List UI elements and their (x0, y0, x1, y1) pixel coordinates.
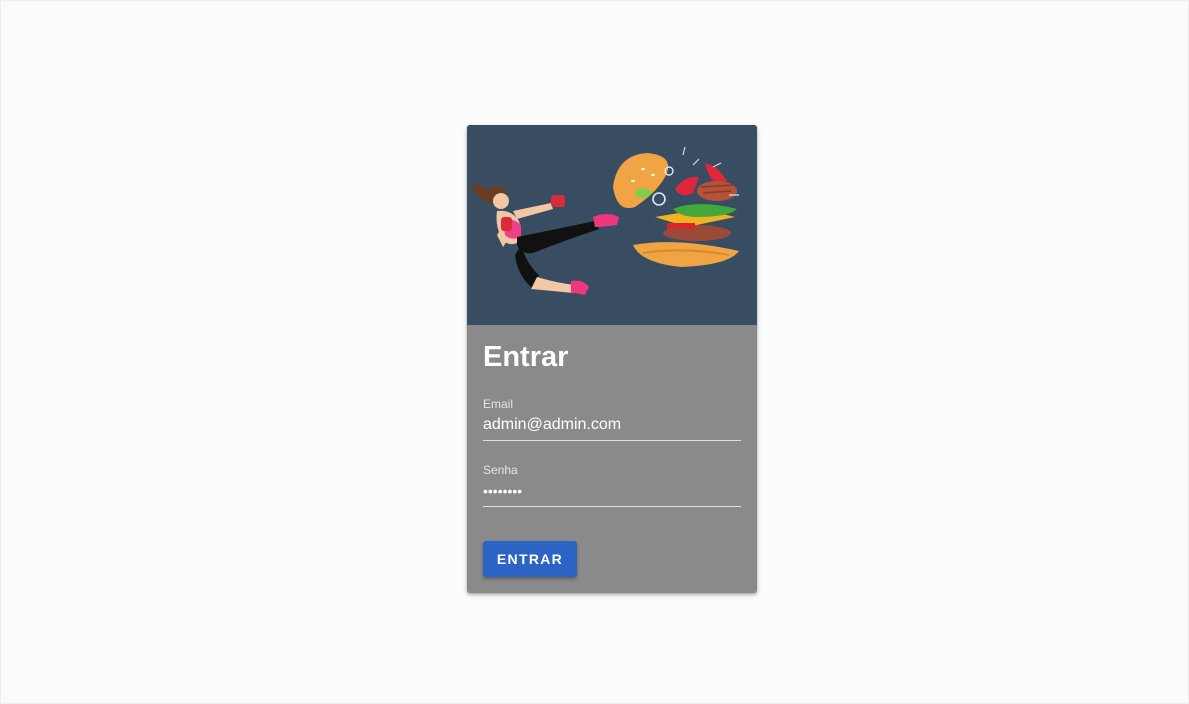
submit-button[interactable]: ENTRAR (483, 541, 577, 577)
page-title: Entrar (483, 341, 569, 373)
email-label: Email (483, 397, 514, 411)
email-field-group: Email (483, 397, 741, 441)
password-label: Senha (483, 463, 518, 477)
login-form: Entrar Email Senha (467, 341, 757, 507)
password-field[interactable] (483, 477, 741, 507)
hero-illustration (467, 125, 757, 325)
login-card: Entrar Email Senha ENTRAR (467, 125, 757, 593)
email-field[interactable] (483, 411, 741, 441)
password-field-group: Senha (483, 463, 741, 507)
kick-burger-illustration-icon (472, 146, 739, 295)
